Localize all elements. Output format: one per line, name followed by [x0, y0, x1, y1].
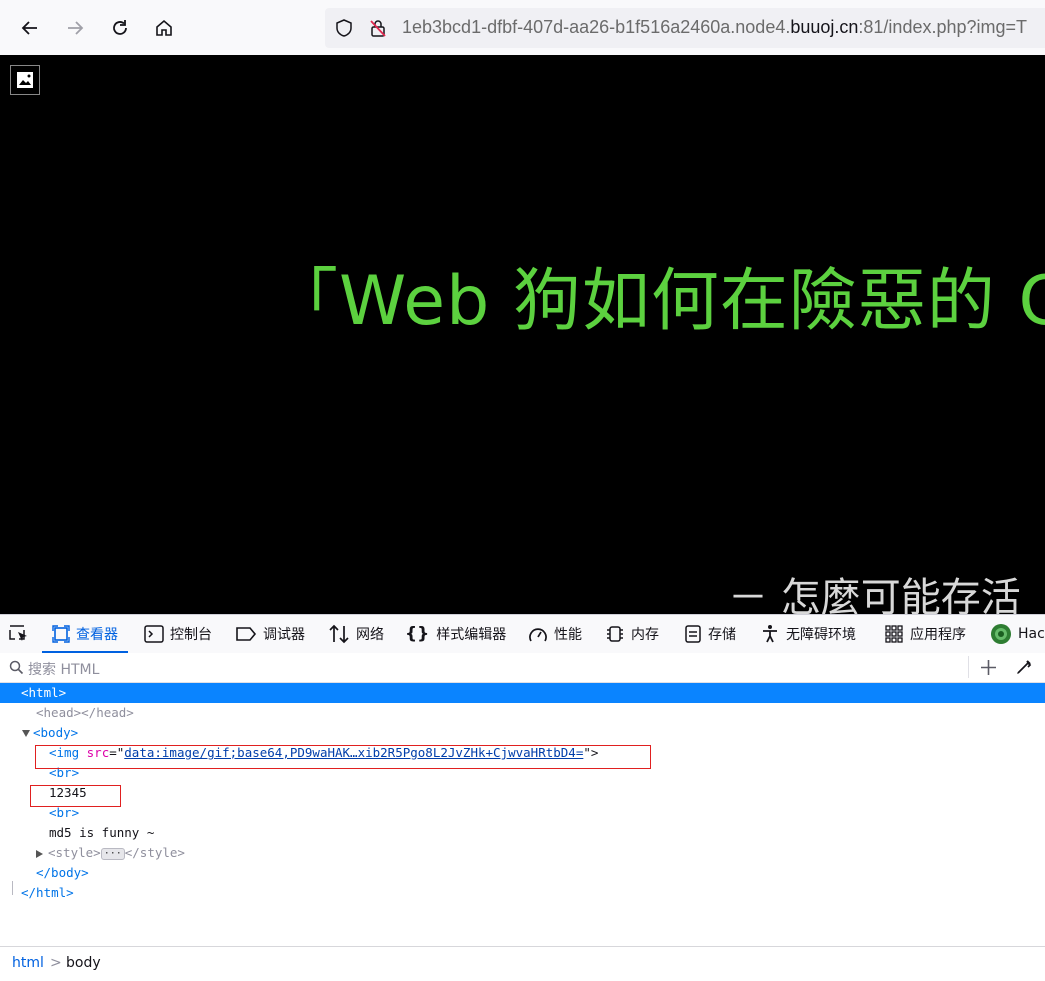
annotation-box-12345 [30, 785, 121, 807]
tab-hackbar[interactable]: Hac [990, 615, 1045, 653]
head-tag: <head></head> [36, 705, 134, 720]
tab-inspector[interactable]: 查看器 [42, 615, 128, 653]
url-suffix: :81/index.php?img=T [858, 17, 1028, 37]
tab-storage-label: 存储 [708, 627, 736, 643]
tree-guide-line [12, 881, 13, 895]
search-html-input[interactable]: 搜索 HTML [28, 659, 99, 679]
body-close-tag: </body> [36, 865, 89, 880]
tree-node-body[interactable]: <body> [22, 723, 78, 743]
breadcrumb-html[interactable]: html [12, 955, 44, 971]
insecure-lock-icon[interactable] [368, 18, 388, 38]
broken-image [10, 65, 40, 95]
html-close-tag: </html> [21, 885, 74, 900]
tab-storage[interactable]: 存储 [684, 615, 736, 653]
home-icon [156, 19, 172, 36]
tree-node-html-close[interactable]: </html> [21, 883, 74, 903]
debugger-icon [236, 627, 257, 641]
tab-inspector-label: 查看器 [76, 627, 118, 643]
annotation-box-img [35, 745, 651, 769]
tree-node-html[interactable]: <html> [0, 683, 1045, 703]
breadcrumb: html > body [0, 946, 1045, 981]
tree-node-style[interactable]: <style> ··· </style> [36, 843, 185, 863]
forward-arrow-icon [68, 21, 84, 35]
page-headline: 「Web 狗如何在險惡的 C [270, 262, 1045, 341]
shield-icon[interactable] [334, 18, 354, 38]
body-open-tag: <body> [33, 725, 79, 740]
eyedropper-icon[interactable] [1015, 658, 1033, 676]
tab-performance-label: 性能 [554, 627, 582, 643]
search-icon [9, 660, 24, 675]
url-domain: buuoj.cn [790, 17, 859, 37]
inspector-icon [52, 625, 70, 643]
tab-application-label: 应用程序 [910, 627, 966, 643]
tab-console-label: 控制台 [170, 627, 212, 643]
url-prefix: 1eb3bcd1-dfbf-407d-aa26-b1f516a2460a.nod… [402, 17, 791, 37]
br-tag: <br> [49, 805, 80, 820]
text-node-md5: md5 is funny ~ [49, 825, 155, 840]
tab-hackbar-label: Hac [1018, 626, 1045, 642]
tab-style-editor-label: 样式编辑器 [436, 627, 507, 643]
add-node-icon[interactable] [980, 659, 997, 676]
devtools-toolbar: 查看器 控制台 调试器 网络 {} 样式编辑器 性能 内存 存储 无障碍环境 应… [0, 614, 1045, 654]
tab-performance[interactable]: 性能 [528, 615, 582, 653]
url-text[interactable]: 1eb3bcd1-dfbf-407d-aa26-b1f516a2460a.nod… [402, 17, 1027, 38]
page-viewport: 「Web 狗如何在險惡的 C － 怎麼可能存活 [0, 55, 1045, 614]
tab-memory[interactable]: 内存 [605, 615, 659, 653]
tree-node-head[interactable]: <head></head> [36, 703, 134, 723]
html-open-tag: <html> [21, 685, 67, 700]
ellipsis-badge[interactable]: ··· [100, 847, 125, 860]
tab-accessibility[interactable]: 无障碍环境 [760, 615, 856, 653]
breadcrumb-separator-icon: > [50, 955, 62, 971]
back-button[interactable] [14, 12, 46, 44]
tab-memory-label: 内存 [631, 627, 659, 643]
console-icon [144, 625, 164, 643]
breadcrumb-body[interactable]: body [66, 955, 101, 971]
tree-node-body-close[interactable]: </body> [36, 863, 89, 883]
tab-application[interactable]: 应用程序 [884, 615, 966, 653]
performance-gauge-icon [529, 628, 547, 642]
home-button[interactable] [148, 12, 180, 44]
tab-network[interactable]: 网络 [328, 615, 384, 653]
page-subline: － 怎麼可能存活 [728, 575, 1021, 614]
tab-network-label: 网络 [356, 627, 384, 643]
hackbar-icon [991, 624, 1011, 644]
broken-image-icon [17, 72, 33, 88]
expand-twisty-icon[interactable] [22, 730, 30, 737]
storage-icon [685, 625, 701, 643]
reload-button[interactable] [104, 12, 136, 44]
accessibility-icon [763, 625, 777, 643]
reload-icon [113, 20, 127, 35]
tab-console[interactable]: 控制台 [144, 615, 212, 653]
back-arrow-icon [21, 21, 37, 35]
style-close-tag: </style> [124, 845, 185, 860]
tab-accessibility-label: 无障碍环境 [786, 627, 856, 643]
forward-button[interactable] [59, 12, 91, 44]
tab-debugger-label: 调试器 [263, 627, 305, 643]
tab-style-editor[interactable]: {} 样式编辑器 [405, 615, 506, 653]
search-divider [968, 656, 969, 678]
address-bar[interactable]: 1eb3bcd1-dfbf-407d-aa26-b1f516a2460a.nod… [325, 8, 1045, 48]
element-picker-icon [9, 625, 27, 641]
tab-debugger[interactable]: 调试器 [235, 615, 305, 653]
style-open-tag: <style> [48, 845, 101, 860]
browser-toolbar: 1eb3bcd1-dfbf-407d-aa26-b1f516a2460a.nod… [0, 0, 1045, 56]
html-search-bar: 搜索 HTML [0, 653, 1045, 683]
markup-tree: <html> <head></head> <body> <img src="da… [0, 683, 1045, 946]
application-grid-icon [885, 625, 903, 643]
tree-node-text-md5[interactable]: md5 is funny ~ [49, 823, 154, 843]
braces-icon: {} [405, 624, 430, 644]
memory-chip-icon [607, 626, 623, 642]
network-icon [329, 624, 349, 644]
collapse-twisty-icon[interactable] [36, 849, 43, 858]
element-picker-button[interactable] [8, 615, 36, 653]
